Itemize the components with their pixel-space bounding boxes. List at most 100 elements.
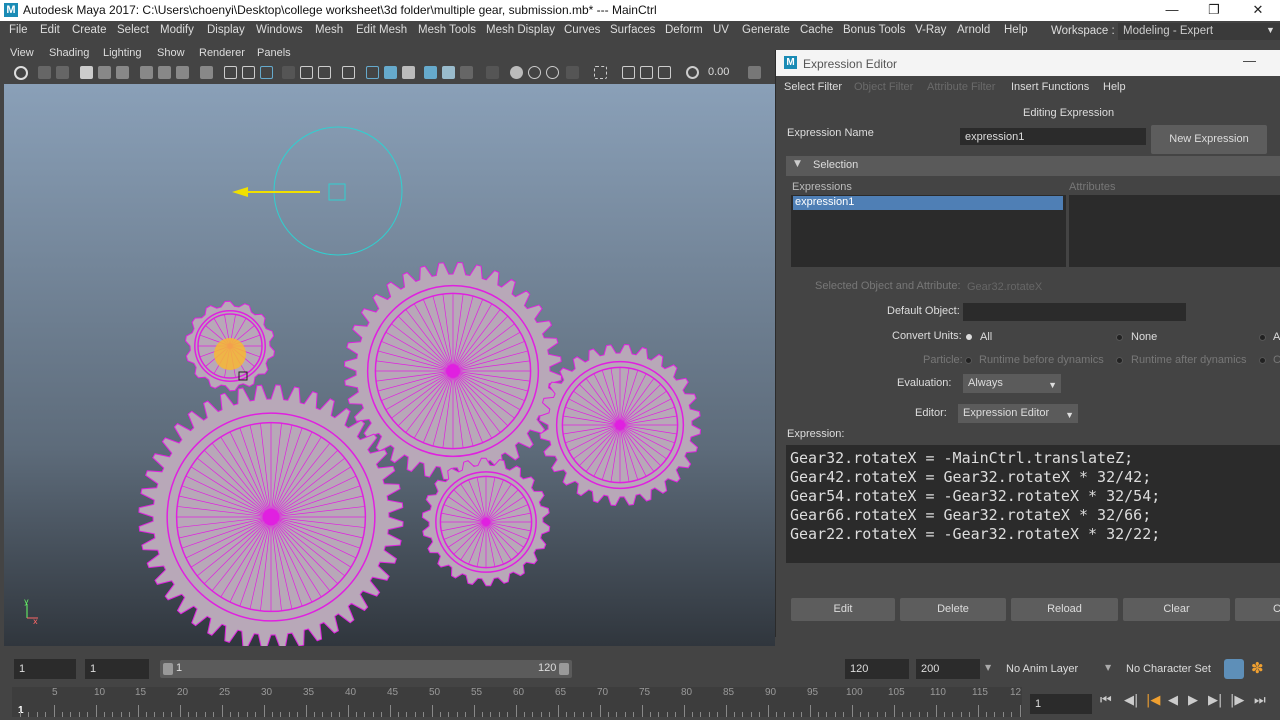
xray-joints-icon[interactable] [528, 66, 541, 79]
radio-angular[interactable] [1259, 334, 1266, 341]
ee-menu-insert-functions[interactable]: Insert Functions [1011, 81, 1089, 93]
vp-menu-show[interactable]: Show [157, 47, 185, 59]
menu-surfaces[interactable]: Surfaces [610, 24, 655, 36]
grid-icon-a[interactable] [140, 66, 153, 79]
editor-dropdown[interactable]: Expression Editor ▼ [958, 404, 1078, 423]
image-plane-icon[interactable] [80, 66, 93, 79]
motion-blur-icon[interactable] [594, 66, 607, 79]
exposure-value[interactable]: 0.00 [708, 66, 729, 78]
safe-title-icon[interactable] [260, 66, 273, 79]
play-forward-icon[interactable]: ▶ [1188, 693, 1198, 708]
time-slider[interactable]: 1 5 10 15 20 25 30 35 40 45 50 55 60 65 … [12, 687, 1022, 717]
menu-windows[interactable]: Windows [256, 24, 303, 36]
reload-button[interactable]: Reload [1011, 598, 1118, 621]
gear-32[interactable] [421, 457, 551, 587]
ambient-occlusion-icon[interactable] [566, 66, 579, 79]
menu-create[interactable]: Create [72, 24, 107, 36]
ee-menu-select-filter[interactable]: Select Filter [784, 81, 842, 93]
menu-uv[interactable]: UV [713, 24, 729, 36]
anim-end-field[interactable]: 200 [916, 659, 980, 679]
anti-aliasing-icon[interactable] [622, 66, 635, 79]
menu-arnold[interactable]: Arnold [957, 24, 990, 36]
xray-icon[interactable] [510, 66, 523, 79]
step-back-key-icon[interactable]: ◀| [1124, 693, 1138, 708]
chevron-down-icon[interactable]: ▼ [1266, 25, 1275, 35]
menu-mesh-display[interactable]: Mesh Display [486, 24, 555, 36]
radio-none[interactable] [1116, 334, 1123, 341]
minimize-icon[interactable]: — [1243, 53, 1256, 68]
default-object-input[interactable] [963, 303, 1186, 321]
vp-menu-view[interactable]: View [10, 47, 34, 59]
expression-code-editor[interactable]: Gear32.rotateX = -MainCtrl.translateZ; Ge… [786, 445, 1280, 563]
chevron-down-icon[interactable]: ▼ [985, 663, 991, 672]
menu-mesh-tools[interactable]: Mesh Tools [418, 24, 476, 36]
workspace-dropdown[interactable]: Modeling - Expert [1118, 23, 1280, 40]
menu-cache[interactable]: Cache [800, 24, 833, 36]
view-2d-pan-icon[interactable] [98, 66, 111, 79]
menu-deform[interactable]: Deform [665, 24, 703, 36]
cube-shaded-icon[interactable] [384, 66, 397, 79]
viewport-3d[interactable]: y x [4, 84, 775, 646]
hud-icon[interactable] [658, 66, 671, 79]
smooth-shade-icon[interactable] [318, 66, 331, 79]
playback-start-field[interactable]: 1 [85, 659, 149, 679]
gear-42[interactable] [538, 343, 702, 507]
isolate-icon[interactable] [486, 66, 499, 79]
minimize-icon[interactable]: — [1152, 1, 1192, 19]
bookmark-icon[interactable] [56, 66, 69, 79]
lights-icon[interactable] [442, 66, 455, 79]
step-back-frame-icon[interactable]: |◀ [1146, 693, 1160, 708]
textured-icon[interactable] [424, 66, 437, 79]
edit-button[interactable]: Edit [791, 598, 895, 621]
character-set-label[interactable]: No Character Set [1126, 663, 1211, 675]
step-forward-key-icon[interactable]: |▶ [1230, 693, 1244, 708]
new-expression-button[interactable]: New Expression [1151, 125, 1267, 154]
film-gate-icon[interactable] [158, 66, 171, 79]
menu-display[interactable]: Display [207, 24, 245, 36]
clear-button[interactable]: Clear [1123, 598, 1230, 621]
anim-layer-label[interactable]: No Anim Layer [1006, 663, 1078, 675]
radio-all[interactable] [966, 334, 972, 340]
grid-icon[interactable] [224, 66, 237, 79]
select-camera-icon[interactable] [14, 66, 28, 80]
gear-66[interactable] [138, 384, 404, 646]
menu-curves[interactable]: Curves [564, 24, 600, 36]
restore-icon[interactable]: ❐ [1194, 1, 1234, 19]
expression-name-input[interactable] [960, 128, 1146, 145]
anim-prefs-icon[interactable]: ✽ [1251, 659, 1264, 677]
list-item[interactable]: expression1 [793, 196, 1063, 210]
range-slider[interactable]: 1 120 [160, 660, 572, 678]
gate-mask-icon[interactable] [282, 66, 295, 79]
manip-center-handle[interactable] [328, 183, 346, 201]
menu-mesh[interactable]: Mesh [315, 24, 343, 36]
selection-section-header[interactable]: ▼ Selection [786, 156, 1280, 176]
depth-of-field-icon[interactable] [640, 66, 653, 79]
menu-generate[interactable]: Generate [742, 24, 790, 36]
vp-menu-renderer[interactable]: Renderer [199, 47, 245, 59]
anim-start-field[interactable]: 1 [14, 659, 76, 679]
go-to-end-icon[interactable]: ⏭ [1254, 693, 1266, 708]
wireframe-on-shaded-icon[interactable] [402, 66, 415, 79]
close-icon[interactable]: ✕ [1238, 1, 1278, 19]
current-frame-field[interactable]: 1 [1030, 694, 1092, 714]
chevron-down-icon[interactable]: ▼ [1105, 663, 1111, 672]
menu-bonus-tools[interactable]: Bonus Tools [843, 24, 905, 36]
ee-menu-help[interactable]: Help [1103, 81, 1126, 93]
camera-attributes-icon[interactable] [38, 66, 51, 79]
gamma-icon[interactable] [748, 66, 761, 79]
play-backward-icon[interactable]: ◀ [1168, 693, 1178, 708]
menu-help[interactable]: Help [1004, 24, 1028, 36]
range-end-handle[interactable] [559, 663, 569, 675]
character-set-icon[interactable] [1224, 659, 1244, 679]
exposure-icon[interactable] [686, 66, 699, 79]
grease-pencil-icon[interactable] [116, 66, 129, 79]
vp-menu-lighting[interactable]: Lighting [103, 47, 142, 59]
playback-end-field[interactable]: 120 [845, 659, 909, 679]
default-material-icon[interactable] [342, 66, 355, 79]
vp-menu-panels[interactable]: Panels [257, 47, 291, 59]
manip-arrow-head-icon[interactable] [232, 187, 248, 197]
shadows-icon[interactable] [460, 66, 473, 79]
vp-menu-shading[interactable]: Shading [49, 47, 89, 59]
evaluation-dropdown[interactable]: Always ▼ [963, 374, 1061, 393]
field-chart-icon[interactable] [242, 66, 255, 79]
